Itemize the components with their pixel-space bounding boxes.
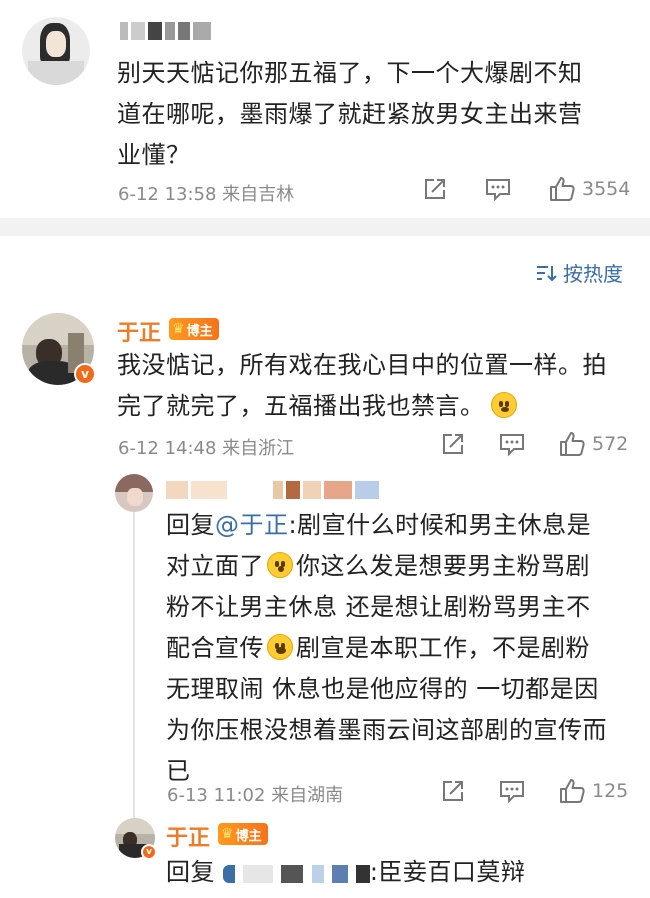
like-count: 3554 <box>582 178 631 200</box>
verified-icon: v <box>74 363 96 385</box>
avatar[interactable] <box>115 474 153 512</box>
reply-meta: 6-13 11:02 来自湖南 <box>167 785 344 806</box>
comment-text: 我没惦记，所有戏在我心目中的位置一样。拍 完了就完了，五福播出我也禁言。 <box>117 351 607 420</box>
share-button[interactable] <box>422 176 448 202</box>
comment-icon <box>500 781 524 804</box>
sort-label: 按热度 <box>563 262 623 286</box>
comment-button[interactable] <box>498 431 526 457</box>
share-icon <box>425 179 445 199</box>
author-badge: ♛ 博主 <box>218 823 268 845</box>
comment-meta: 6-12 13:58 来自吉林 <box>118 184 295 205</box>
share-button[interactable] <box>440 431 466 457</box>
mention-blurred[interactable] <box>223 855 370 896</box>
comment-button[interactable] <box>484 176 512 202</box>
comment-icon <box>486 179 510 202</box>
sort-icon <box>537 265 557 281</box>
sort-button[interactable]: 按热度 <box>535 258 623 287</box>
like-icon <box>560 432 585 456</box>
reply-text: 回复 :臣妾百口莫辩 <box>166 852 636 896</box>
comment-meta: 6-12 14:48 来自浙江 <box>118 438 295 459</box>
username[interactable]: 于正 <box>117 315 161 347</box>
like-icon <box>560 779 585 803</box>
author-badge: ♛ 博主 <box>169 318 219 340</box>
surprised-emoji-icon <box>267 552 293 578</box>
like-icon <box>550 177 575 201</box>
scared-emoji-icon <box>267 634 293 660</box>
username-blurred[interactable] <box>120 22 211 40</box>
share-icon <box>443 434 463 454</box>
like-button[interactable]: 125 <box>558 777 628 805</box>
comment-text: 别天天惦记你那五福了，下一个大爆剧不知 道在哪呢，墨雨爆了就赶紧放男女主出来营 … <box>117 59 583 169</box>
like-count: 125 <box>592 780 629 802</box>
mention-link[interactable]: @于正 <box>215 511 289 539</box>
thread-line <box>133 510 135 820</box>
username[interactable]: 于正 <box>166 820 210 852</box>
reply-text: 回复@于正:剧宣什么时候和男主休息是 对立面了 你这么发是想要男主粉骂剧 粉不让男… <box>166 511 607 785</box>
like-count: 572 <box>592 433 629 455</box>
crown-icon: ♛ <box>221 826 234 842</box>
verified-icon: v <box>141 844 157 860</box>
username-blurred[interactable] <box>166 481 379 499</box>
like-button[interactable]: 572 <box>558 430 628 458</box>
like-button[interactable]: 3554 <box>548 175 630 203</box>
comment-button[interactable] <box>498 778 526 804</box>
comment-actions: 572 <box>440 430 628 458</box>
share-button[interactable] <box>440 778 466 804</box>
section-divider <box>0 218 650 236</box>
share-icon <box>443 781 463 801</box>
crown-icon: ♛ <box>172 321 185 337</box>
avatar[interactable] <box>22 17 90 85</box>
reply-actions: 125 <box>440 777 628 805</box>
thinking-emoji-icon <box>490 392 517 418</box>
comment-icon <box>500 434 524 457</box>
comment-actions: 3554 <box>422 175 630 203</box>
